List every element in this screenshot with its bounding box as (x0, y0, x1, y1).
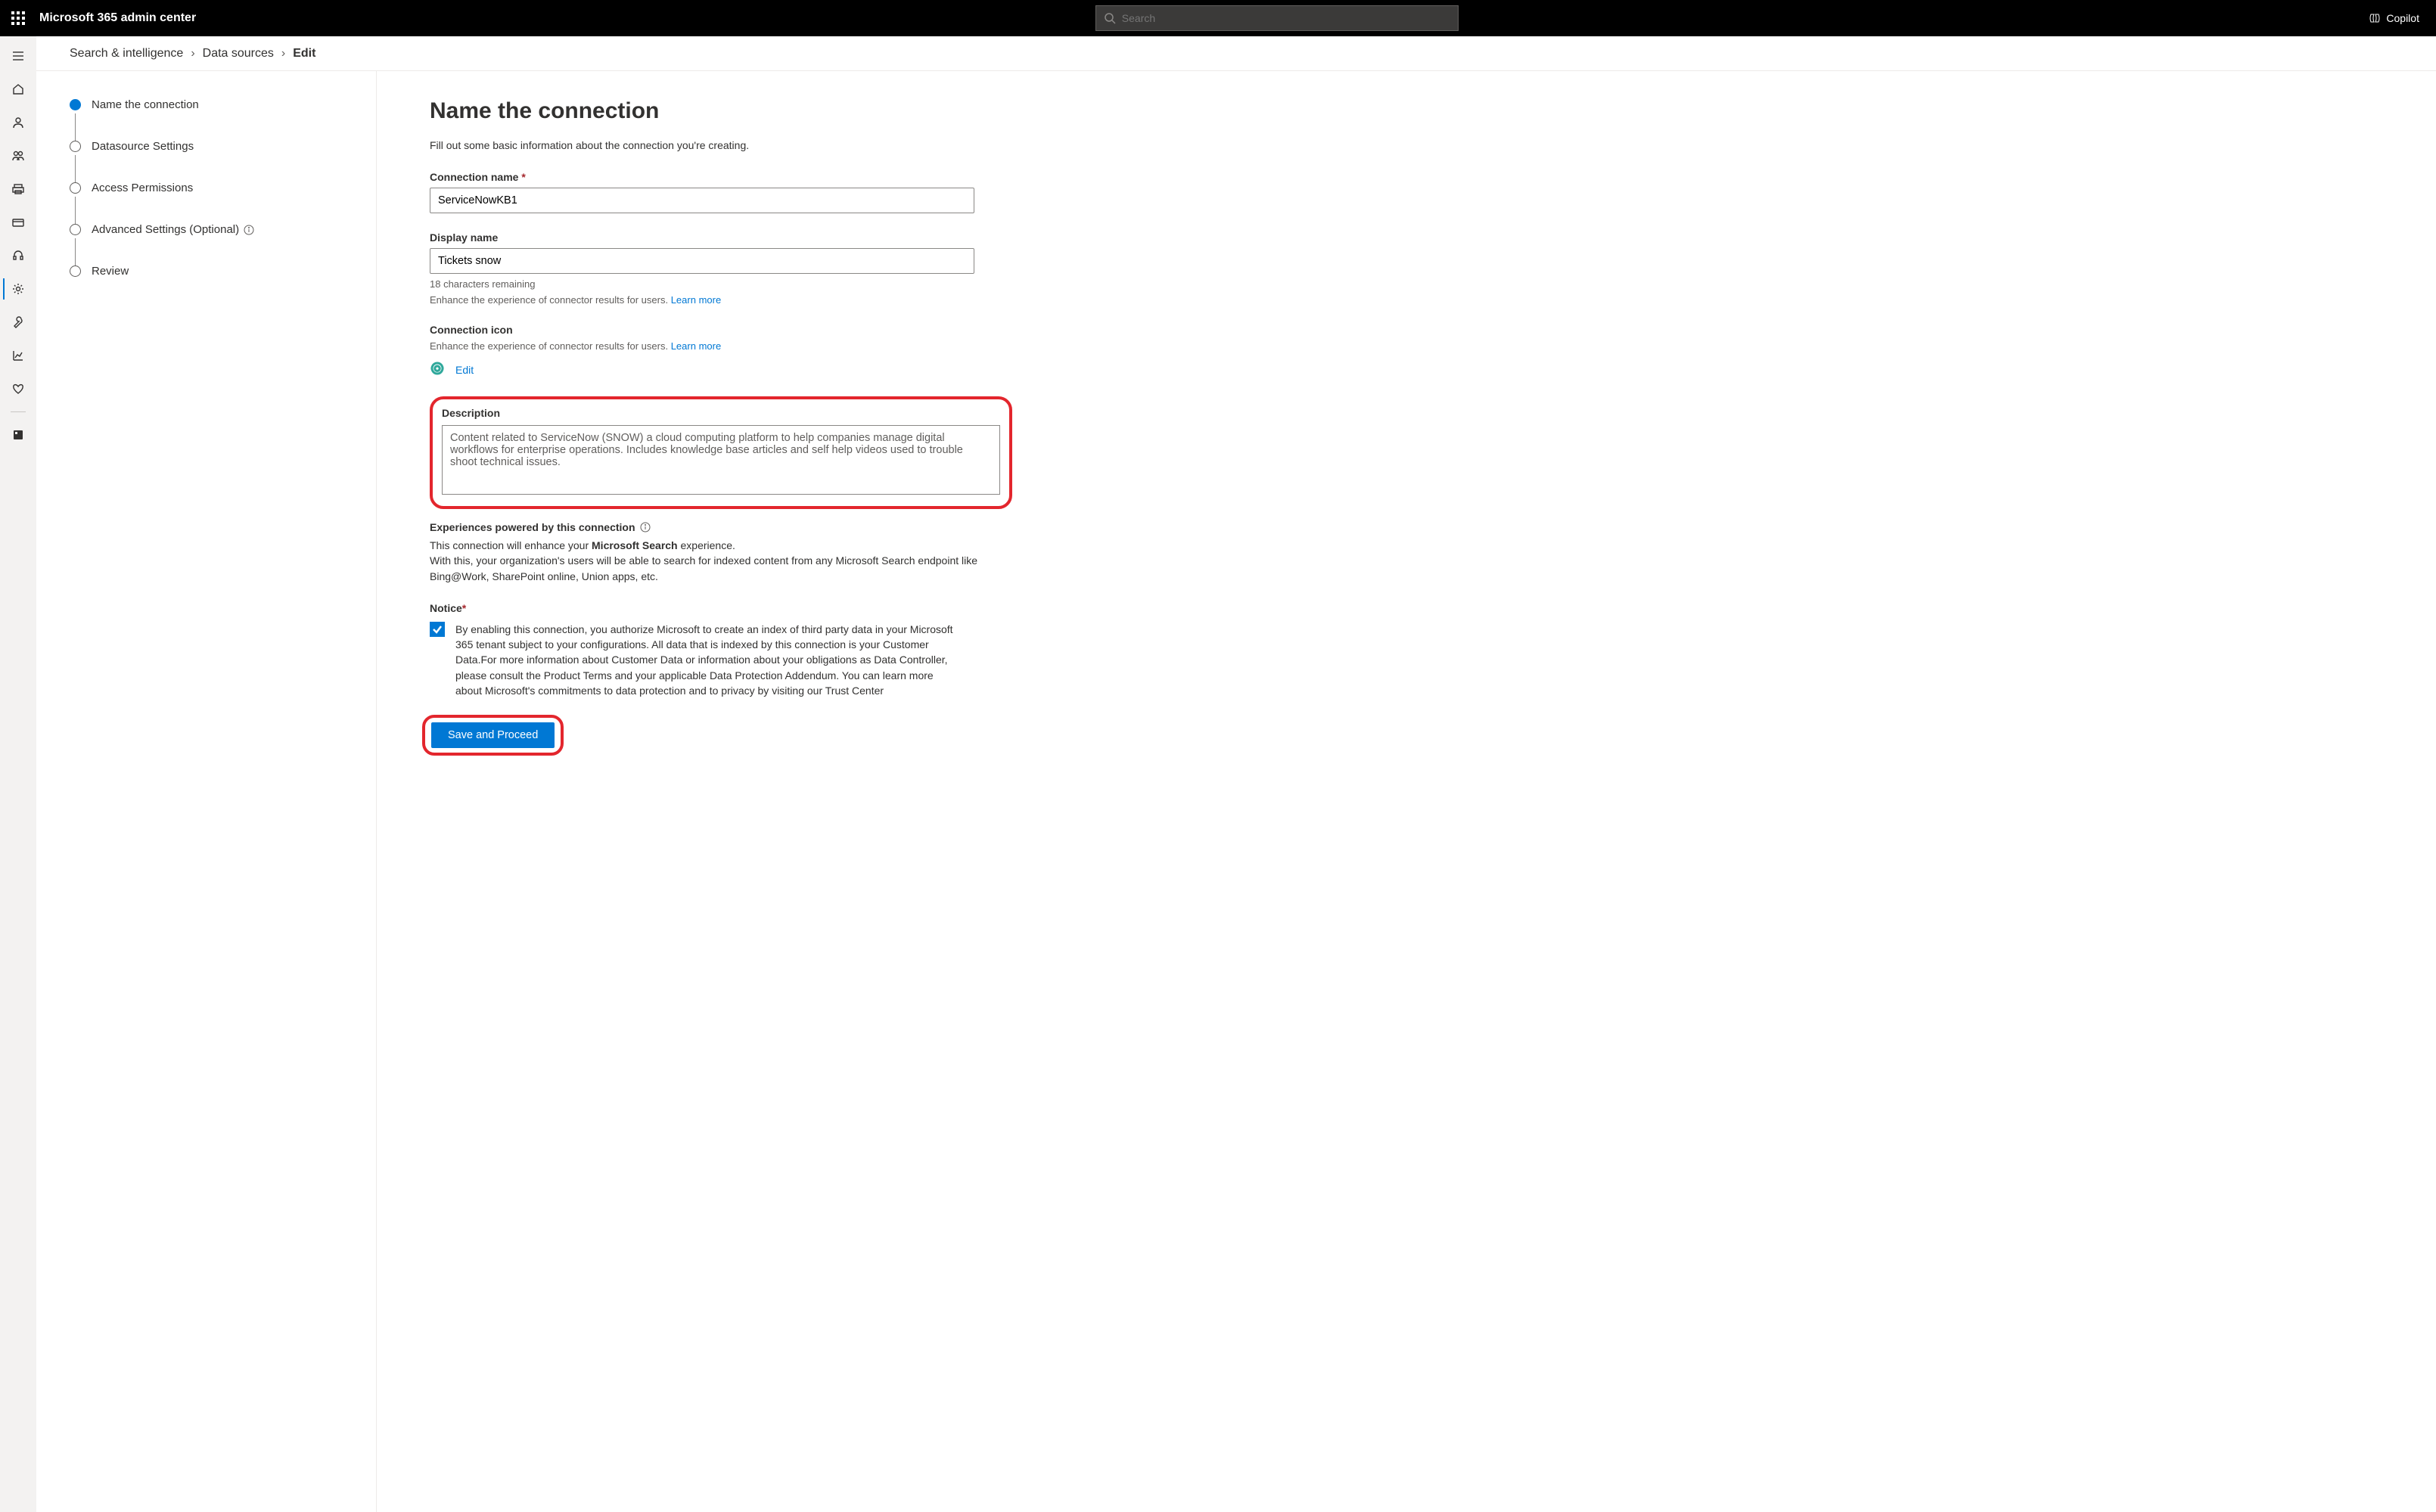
breadcrumb: Search & intelligence › Data sources › E… (36, 36, 2436, 71)
step-dot-icon (70, 99, 81, 110)
step-access-permissions[interactable]: Access Permissions (70, 182, 358, 223)
step-label-text: Advanced Settings (Optional) (92, 223, 239, 236)
save-highlight: Save and Proceed (422, 715, 564, 756)
nav-devices[interactable] (3, 174, 33, 204)
connection-name-label: Connection name * (430, 171, 1012, 183)
step-datasource-settings[interactable]: Datasource Settings (70, 140, 358, 182)
description-highlight: Description (430, 396, 1012, 509)
step-advanced-settings[interactable]: Advanced Settings (Optional) (70, 223, 358, 265)
nav-health[interactable] (3, 374, 33, 404)
experiences-line1: This connection will enhance your Micros… (430, 538, 1012, 553)
person-icon (11, 116, 25, 129)
nav-teams[interactable] (3, 141, 33, 171)
nav-admin-centers[interactable] (3, 420, 33, 450)
nav-menu-toggle[interactable] (3, 41, 33, 71)
app-launcher-icon[interactable] (6, 6, 30, 30)
nav-divider (11, 411, 26, 412)
info-icon (640, 522, 651, 532)
description-textarea[interactable] (442, 425, 1000, 495)
printer-icon (11, 182, 25, 196)
nav-support[interactable] (3, 241, 33, 271)
edit-icon-link[interactable]: Edit (455, 364, 474, 376)
page-subtitle: Fill out some basic information about th… (430, 139, 1012, 151)
nav-home[interactable] (3, 74, 33, 104)
chevron-right-icon: › (281, 47, 285, 61)
step-review[interactable]: Review (70, 265, 358, 278)
headset-icon (11, 249, 25, 262)
hamburger-icon (11, 49, 25, 63)
breadcrumb-current: Edit (293, 47, 315, 61)
save-and-proceed-button[interactable]: Save and Proceed (431, 722, 555, 748)
home-icon (11, 82, 25, 96)
gear-icon (11, 282, 25, 296)
display-name-input[interactable] (430, 248, 974, 274)
copilot-button[interactable]: Copilot (2357, 11, 2430, 25)
chevron-right-icon: › (191, 47, 194, 61)
left-nav (0, 36, 36, 1512)
notice-checkbox[interactable] (430, 622, 445, 637)
notice-section: Notice* By enabling this connection, you… (430, 602, 1012, 698)
step-dot-icon (70, 224, 81, 235)
copilot-label: Copilot (2386, 12, 2419, 24)
breadcrumb-l1[interactable]: Search & intelligence (70, 47, 183, 61)
card-icon (11, 216, 25, 229)
step-name-connection[interactable]: Name the connection (70, 98, 358, 140)
app-title: Microsoft 365 admin center (39, 11, 196, 25)
copilot-icon (2368, 11, 2382, 25)
chart-icon (11, 349, 25, 362)
connection-name-input[interactable] (430, 188, 974, 213)
heart-icon (11, 382, 25, 396)
notice-label: Notice* (430, 602, 1012, 614)
icon-help: Enhance the experience of connector resu… (430, 340, 1012, 352)
nav-users[interactable] (3, 107, 33, 138)
connection-icon-label: Connection icon (430, 324, 1012, 336)
page-title: Name the connection (430, 98, 1012, 124)
display-name-label: Display name (430, 231, 1012, 244)
notice-text: By enabling this connection, you authori… (455, 622, 955, 698)
search-input[interactable] (1122, 12, 1450, 24)
learn-more-link[interactable]: Learn more (671, 340, 721, 352)
chars-remaining: 18 characters remaining (430, 278, 1012, 290)
nav-setup[interactable] (3, 307, 33, 337)
info-icon (244, 225, 254, 235)
nav-reports[interactable] (3, 340, 33, 371)
servicenow-icon (430, 361, 445, 378)
search-icon (1104, 12, 1116, 24)
app-icon (11, 428, 25, 442)
form-panel: Name the connection Fill out some basic … (377, 71, 1058, 1512)
people-icon (11, 149, 25, 163)
learn-more-link[interactable]: Learn more (671, 294, 721, 306)
step-dot-icon (70, 141, 81, 152)
global-search[interactable] (1095, 5, 1459, 31)
step-dot-icon (70, 182, 81, 194)
step-dot-icon (70, 265, 81, 277)
wrench-icon (11, 315, 25, 329)
nav-settings[interactable] (3, 274, 33, 304)
description-label: Description (442, 407, 1000, 419)
experiences-line2: With this, your organization's users wil… (430, 553, 1012, 584)
check-icon (432, 624, 443, 635)
breadcrumb-l2[interactable]: Data sources (203, 47, 274, 61)
wizard-steps: Name the connection Datasource Settings … (36, 71, 377, 1512)
app-header: Microsoft 365 admin center Copilot (0, 0, 2436, 36)
display-name-help: Enhance the experience of connector resu… (430, 294, 1012, 306)
nav-billing[interactable] (3, 207, 33, 238)
experiences-label: Experiences powered by this connection (430, 521, 1012, 533)
